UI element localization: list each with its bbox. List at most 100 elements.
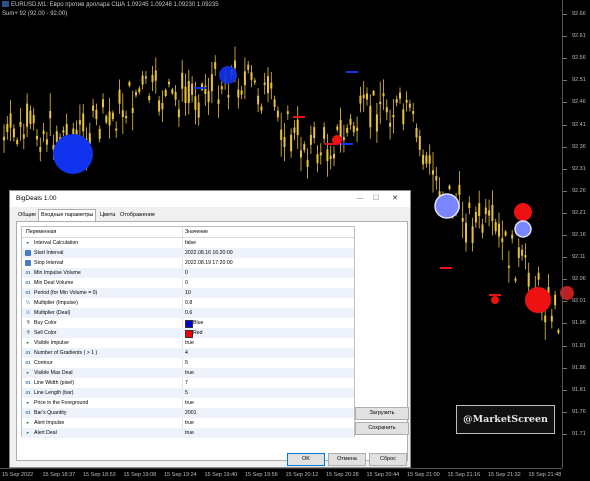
table-row[interactable]: 01 Line Width (pixel) 7: [22, 378, 354, 388]
parameter-value[interactable]: true: [185, 370, 194, 376]
parameter-value[interactable]: 2022.08.19 17:20:00: [185, 260, 233, 266]
parameter-value[interactable]: 0: [185, 280, 188, 286]
parameter-name: Min Deal Volume: [34, 280, 74, 286]
price-label: 92.61: [572, 33, 586, 40]
table-row[interactable]: Stop Interval 2022.08.19 17:20:00: [22, 258, 354, 268]
table-row[interactable]: ▸ Visible Impulse true: [22, 338, 354, 348]
save-button[interactable]: Сохранить: [355, 422, 409, 435]
table-row[interactable]: ⚗ Sell Color Red: [22, 328, 354, 338]
parameter-value[interactable]: 2022.08.16 16:20:00: [185, 250, 233, 256]
parameter-value[interactable]: 7: [185, 380, 188, 386]
parameter-name: Min Impulse Volume: [34, 270, 81, 276]
candle-body: [207, 90, 210, 103]
price-axis[interactable]: 92.66 92.61 92.56 92.51 92.46 92.41 92.36 92.31…: [562, 0, 590, 468]
candle-body: [105, 115, 108, 123]
parameter-value[interactable]: true: [185, 340, 194, 346]
table-row[interactable]: ½ Multiplier (Impulse) 0.8: [22, 298, 354, 308]
parameter-value[interactable]: true: [185, 400, 194, 406]
table-row[interactable]: ▸ Alert Deal true: [22, 428, 354, 438]
table-row[interactable]: ▸ Visible Max Deal true: [22, 368, 354, 378]
parameter-value[interactable]: false: [185, 240, 196, 246]
tab-inputs[interactable]: Входные параметры: [38, 209, 97, 221]
table-row[interactable]: 01 Period (for Min Volume = 0) 10: [22, 288, 354, 298]
color-swatch[interactable]: [185, 330, 193, 338]
table-row[interactable]: ⚗ Buy Color Blue: [22, 318, 354, 328]
parameter-value[interactable]: 0: [185, 270, 188, 276]
close-icon[interactable]: ✕: [390, 194, 400, 204]
parameter-value[interactable]: 10: [185, 290, 191, 296]
variable-column-header[interactable]: Переменная: [26, 229, 56, 235]
candle-body: [102, 99, 104, 108]
cancel-button[interactable]: Отмена: [328, 453, 366, 466]
parameter-name: Start Interval: [34, 250, 64, 256]
tab-general[interactable]: Общие: [16, 210, 38, 220]
parameter-value[interactable]: true: [185, 420, 194, 426]
chart-header: EURUSD,M1: Евро против доллара США 1.092…: [2, 1, 219, 19]
candle-body: [220, 86, 223, 90]
parameter-value[interactable]: 0.8: [185, 300, 192, 306]
parameter-value[interactable]: Red: [193, 330, 203, 336]
table-row[interactable]: ▸ Interval Calculation false: [22, 238, 354, 248]
candle-body: [323, 127, 326, 139]
candle-body: [448, 185, 451, 190]
candle-body: [194, 96, 197, 110]
candle-body: [336, 126, 339, 130]
table-row[interactable]: 01 Bar's Quantity 2001: [22, 408, 354, 418]
time-label: 15 Sep 21:32: [488, 472, 521, 478]
parameter-value[interactable]: 2001: [185, 410, 197, 416]
time-axis[interactable]: 15 Sep 2022 15 Sep 18:37 15 Sep 18:53 15 Se…: [0, 468, 562, 481]
candle-body: [352, 125, 355, 133]
minimize-icon[interactable]: —: [355, 194, 365, 204]
candle-body: [135, 92, 137, 96]
table-row[interactable]: Start Interval 2022.08.16 16:20:00: [22, 248, 354, 258]
candle-body: [3, 136, 5, 141]
table-row[interactable]: 01 Number of Gradients ( > 1 ) 4: [22, 348, 354, 358]
parameter-value[interactable]: true: [185, 430, 194, 436]
tab-colors[interactable]: Цвета: [98, 210, 117, 220]
table-row[interactable]: 01 Line Length (bar) 5: [22, 388, 354, 398]
candle-body: [544, 315, 547, 323]
buy-impulse-circle: [434, 193, 460, 219]
parameter-value[interactable]: 4: [185, 350, 188, 356]
price-label: 92.41: [572, 121, 586, 128]
parameter-name: Number of Gradients ( > 1 ): [34, 350, 98, 356]
table-row[interactable]: ▸ Price in the Foreground true: [22, 398, 354, 408]
load-button[interactable]: Загрузить: [355, 407, 409, 420]
price-tick: [563, 36, 567, 38]
table-row[interactable]: ½ Multiplier (Deal) 0.6: [22, 308, 354, 318]
candle-body: [240, 90, 243, 95]
tab-display[interactable]: Отображение: [118, 210, 157, 220]
candle-body: [286, 111, 289, 115]
reset-button[interactable]: Сброс: [369, 453, 407, 466]
candle-body: [507, 265, 510, 268]
value-column-header[interactable]: Значение: [185, 229, 208, 235]
price-label: 92.21: [572, 209, 586, 216]
dialog-titlebar[interactable]: BigDeals 1.00 — ☐ ✕: [10, 191, 410, 207]
maximize-icon[interactable]: ☐: [371, 194, 381, 204]
parameter-value[interactable]: 5: [185, 390, 188, 396]
parameter-value[interactable]: Blue: [193, 320, 203, 326]
candle-body: [9, 113, 12, 128]
time-label: 15 Sep 21:48: [528, 472, 562, 478]
parameter-name: Multiplier (Impulse): [34, 300, 78, 306]
candle-body: [276, 110, 279, 118]
ok-button[interactable]: OK: [287, 453, 325, 466]
candle-body: [247, 64, 250, 70]
color-swatch[interactable]: [185, 320, 193, 328]
time-label: 15 Sep 20:12: [285, 472, 319, 478]
price-tick: [563, 212, 567, 214]
table-row[interactable]: 01 Contour 5: [22, 358, 354, 368]
sell-impulse-circle: [514, 203, 532, 221]
table-row[interactable]: 01 Min Deal Volume 0: [22, 278, 354, 288]
candle-body: [306, 159, 309, 168]
candle-body: [141, 75, 144, 85]
table-row[interactable]: ▸ Alert Impulse true: [22, 418, 354, 428]
parameter-value[interactable]: 5: [185, 360, 188, 366]
number-icon: 01: [25, 390, 31, 395]
candle-body: [184, 86, 187, 103]
table-row[interactable]: 01 Min Impulse Volume 0: [22, 268, 354, 278]
candle-body: [171, 89, 174, 94]
candle-body: [478, 203, 481, 217]
parameter-value[interactable]: 0.6: [185, 310, 192, 316]
candle-body: [98, 128, 101, 139]
